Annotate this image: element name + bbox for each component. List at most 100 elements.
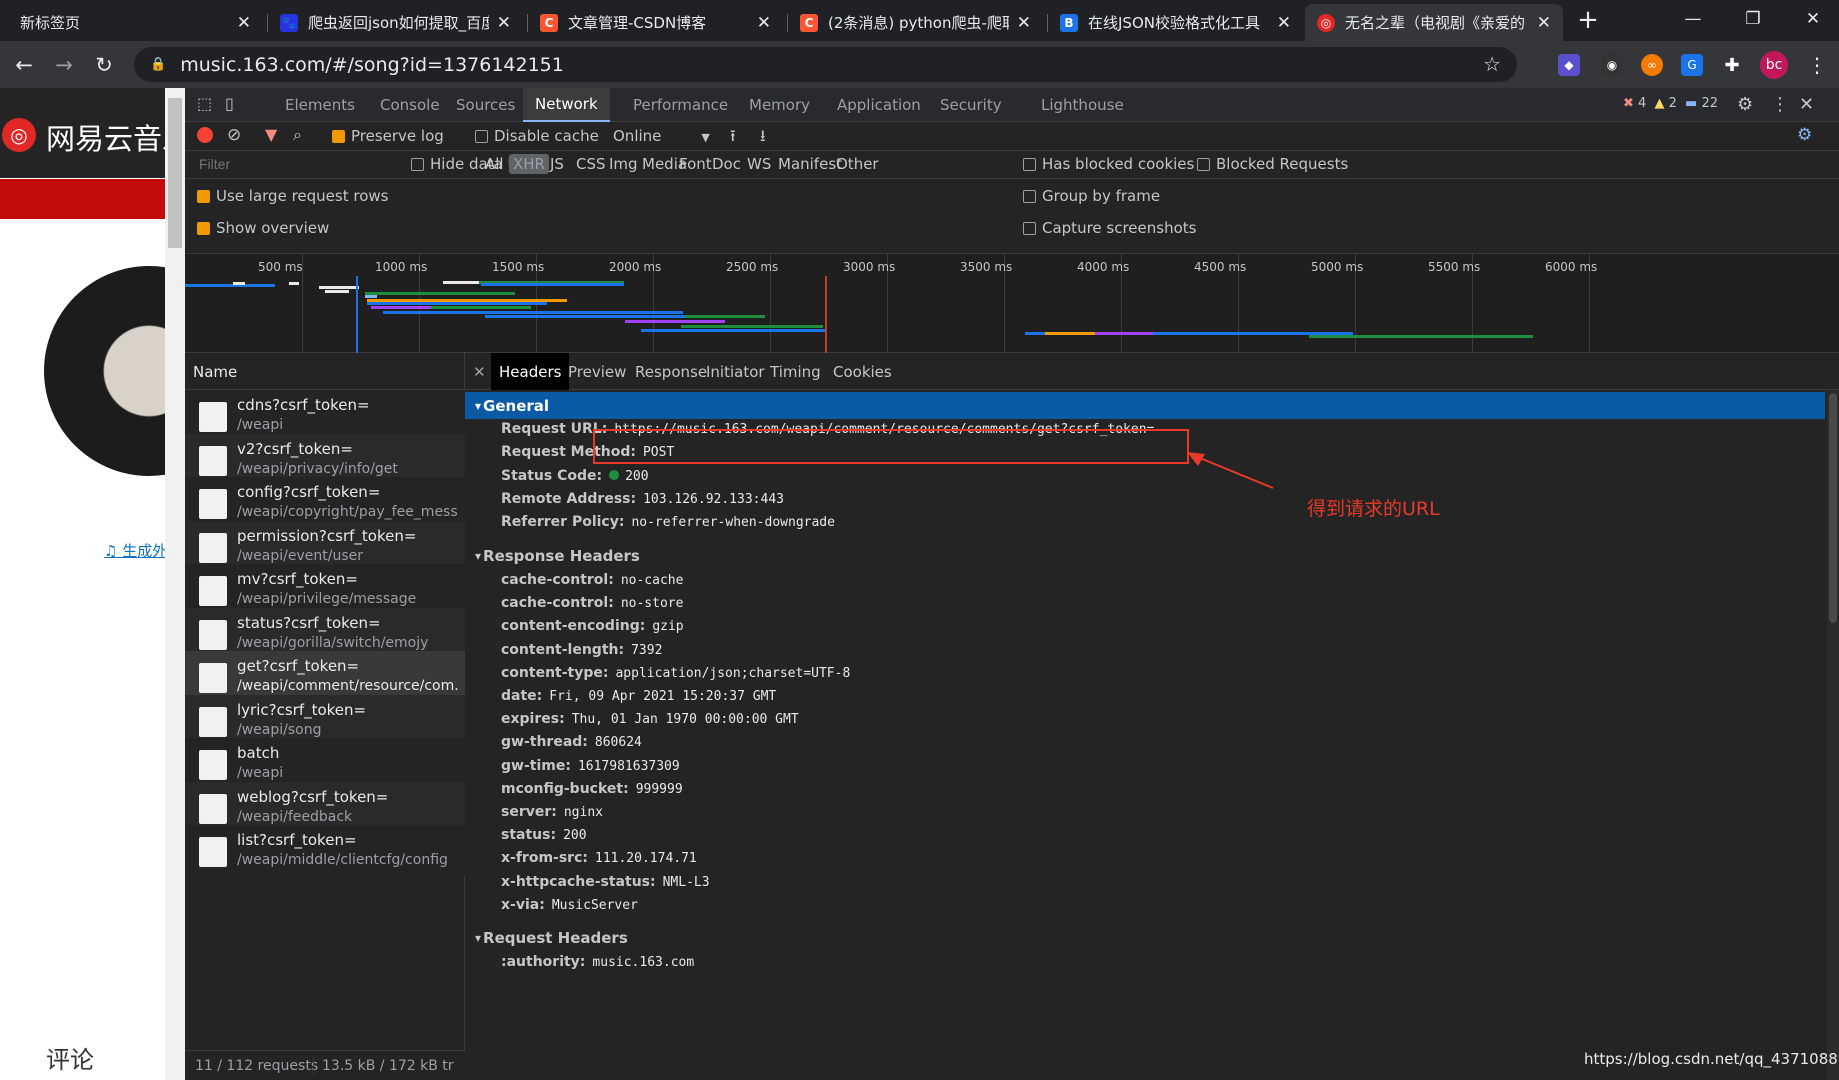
filter-type-js[interactable]: JS: [546, 154, 568, 174]
checkbox[interactable]: [411, 158, 424, 171]
checkbox[interactable]: [1023, 190, 1036, 203]
filter-type-css[interactable]: CSS: [572, 154, 610, 174]
profile-avatar[interactable]: bc: [1760, 51, 1788, 79]
checkbox[interactable]: [475, 130, 488, 143]
new-tab-icon[interactable]: +: [1574, 5, 1602, 35]
blocked-requests-checkbox[interactable]: Blocked Requests: [1197, 155, 1348, 173]
checkbox[interactable]: [1197, 158, 1210, 171]
address-url[interactable]: music.163.com/#/song?id=1376142151: [180, 54, 564, 76]
panel-tab-console[interactable]: Console: [368, 88, 452, 122]
filter-type-doc[interactable]: Doc: [708, 154, 745, 174]
panel-tab-performance[interactable]: Performance: [621, 88, 740, 122]
extension-icon[interactable]: ◆: [1558, 54, 1580, 76]
response-headers-section-header[interactable]: ▾ Response Headers: [465, 542, 1825, 569]
panel-tab-lighthouse[interactable]: Lighthouse: [1029, 88, 1136, 122]
close-tab-icon[interactable]: ✕: [1537, 13, 1551, 33]
detail-tab-cookies[interactable]: Cookies: [825, 353, 900, 390]
close-tab-icon[interactable]: ✕: [757, 13, 771, 33]
tab-netease-music[interactable]: ◎ 无名之辈（电视剧《亲爱的 ✕: [1305, 4, 1563, 41]
panel-tab-memory[interactable]: Memory: [737, 88, 822, 122]
preserve-log-checkbox[interactable]: Preserve log: [332, 127, 444, 145]
close-window-icon[interactable]: ✕: [1790, 0, 1836, 38]
capture-screenshots-checkbox[interactable]: Capture screenshots: [1023, 219, 1196, 237]
bookmark-star-icon[interactable]: ☆: [1483, 52, 1501, 76]
tab-new-tab[interactable]: 新标签页 ✕: [8, 4, 263, 41]
filter-type-other[interactable]: Other: [832, 154, 883, 174]
timeline-tick-label: 4000 ms: [1077, 260, 1130, 274]
tab-bejson[interactable]: B 在线JSON校验格式化工具 ✕: [1048, 4, 1303, 41]
extension-icon[interactable]: ◉: [1601, 54, 1623, 76]
issues-counter[interactable]: ✖ 4 ▲ 2 ▬ 22: [1623, 96, 1718, 111]
scrollbar-thumb[interactable]: [168, 98, 182, 248]
panel-tab-elements[interactable]: Elements: [273, 88, 367, 122]
panel-tab-sources[interactable]: Sources: [444, 88, 527, 122]
network-settings-icon[interactable]: ⚙: [1797, 125, 1812, 145]
close-tab-icon[interactable]: ✕: [1017, 13, 1031, 33]
close-tab-icon[interactable]: ✕: [237, 13, 251, 33]
close-devtools-icon[interactable]: ✕: [1799, 94, 1814, 115]
scrollbar-thumb[interactable]: [1829, 393, 1837, 623]
filter-funnel-icon[interactable]: ▼: [265, 125, 277, 144]
request-headers-section-header[interactable]: ▾ Request Headers: [465, 924, 1825, 951]
request-bar: [625, 320, 725, 323]
site-brand[interactable]: 网易云音乐: [46, 116, 165, 158]
inspect-element-icon[interactable]: ⬚: [197, 94, 212, 113]
csdn-icon: C: [540, 13, 558, 32]
checkbox-checked[interactable]: [332, 130, 345, 143]
filter-type-img[interactable]: Img: [605, 154, 642, 174]
import-har-icon[interactable]: ⭱: [730, 125, 736, 152]
export-har-icon[interactable]: ⭳: [760, 125, 766, 152]
more-options-icon[interactable]: ⋮: [1771, 94, 1789, 115]
header-value: no-store: [620, 596, 684, 612]
tab-baidu[interactable]: 🐾 爬虫返回json如何提取_百度 ✕: [268, 4, 523, 41]
checkbox-checked[interactable]: [197, 222, 210, 235]
checkbox-checked[interactable]: [197, 190, 210, 203]
filter-type-all[interactable]: All: [481, 154, 508, 174]
forward-icon[interactable]: →: [50, 51, 78, 79]
close-detail-icon[interactable]: ✕: [473, 363, 486, 381]
filter-type-xhr[interactable]: XHR: [509, 154, 549, 174]
settings-gear-icon[interactable]: ⚙: [1737, 94, 1753, 115]
detail-scrollbar[interactable]: [1827, 391, 1839, 1080]
header-name: server:: [501, 804, 557, 820]
detail-tab-timing[interactable]: Timing: [762, 353, 829, 390]
filter-input[interactable]: [193, 153, 393, 175]
network-overview-timeline[interactable]: 500 ms 1000 ms 1500 ms 2000 ms 2500 ms 3000 m…: [185, 253, 1839, 354]
name-column-header[interactable]: Name: [185, 353, 465, 390]
general-section-header[interactable]: ▾ General: [465, 392, 1825, 419]
filter-type-ws[interactable]: WS: [743, 154, 775, 174]
back-icon[interactable]: ←: [10, 51, 38, 79]
device-toolbar-icon[interactable]: ▯: [225, 94, 234, 113]
show-overview-checkbox[interactable]: Show overview: [197, 219, 329, 237]
checkbox[interactable]: [1023, 158, 1036, 171]
restore-icon[interactable]: ❐: [1730, 0, 1776, 38]
extensions-puzzle-icon[interactable]: ✚: [1721, 54, 1743, 76]
panel-tab-security[interactable]: Security: [928, 88, 1014, 122]
record-icon[interactable]: [197, 127, 213, 143]
browser-menu-icon[interactable]: ⋮: [1806, 53, 1828, 77]
close-tab-icon[interactable]: ✕: [497, 13, 511, 33]
minimize-icon[interactable]: —: [1670, 0, 1716, 38]
address-bar[interactable]: 🔒 music.163.com/#/song?id=1376142151 ☆: [134, 47, 1517, 82]
reload-icon[interactable]: ↻: [90, 51, 118, 79]
disable-cache-checkbox[interactable]: Disable cache: [475, 127, 599, 145]
detail-tab-preview[interactable]: Preview: [560, 353, 634, 390]
group-by-frame-checkbox[interactable]: Group by frame: [1023, 187, 1160, 205]
generate-link[interactable]: ♫ 生成外: [104, 540, 165, 561]
extension-icon[interactable]: ∞: [1641, 54, 1663, 76]
checkbox[interactable]: [1023, 222, 1036, 235]
close-tab-icon[interactable]: ✕: [1277, 13, 1291, 33]
tab-csdn-python[interactable]: C (2条消息) python爬虫-爬取 ✕: [788, 4, 1043, 41]
translate-icon[interactable]: G: [1681, 54, 1703, 76]
request-row[interactable]: list?csrf_token= /weapi/middle/clientcfg/…: [185, 825, 465, 876]
panel-tab-network[interactable]: Network: [523, 88, 610, 122]
panel-tab-application[interactable]: Application: [825, 88, 933, 122]
detail-tab-headers[interactable]: Headers: [491, 353, 570, 390]
throttle-select[interactable]: Online ▼: [613, 127, 710, 145]
clear-icon[interactable]: ⊘: [227, 125, 241, 145]
tab-csdn-articles[interactable]: C 文章管理-CSDN博客 ✕: [528, 4, 783, 41]
has-blocked-cookies-checkbox[interactable]: Has blocked cookies: [1023, 155, 1194, 173]
search-icon[interactable]: ⌕: [293, 125, 302, 145]
large-rows-checkbox[interactable]: Use large request rows: [197, 187, 388, 205]
page-scrollbar[interactable]: [165, 88, 185, 1080]
